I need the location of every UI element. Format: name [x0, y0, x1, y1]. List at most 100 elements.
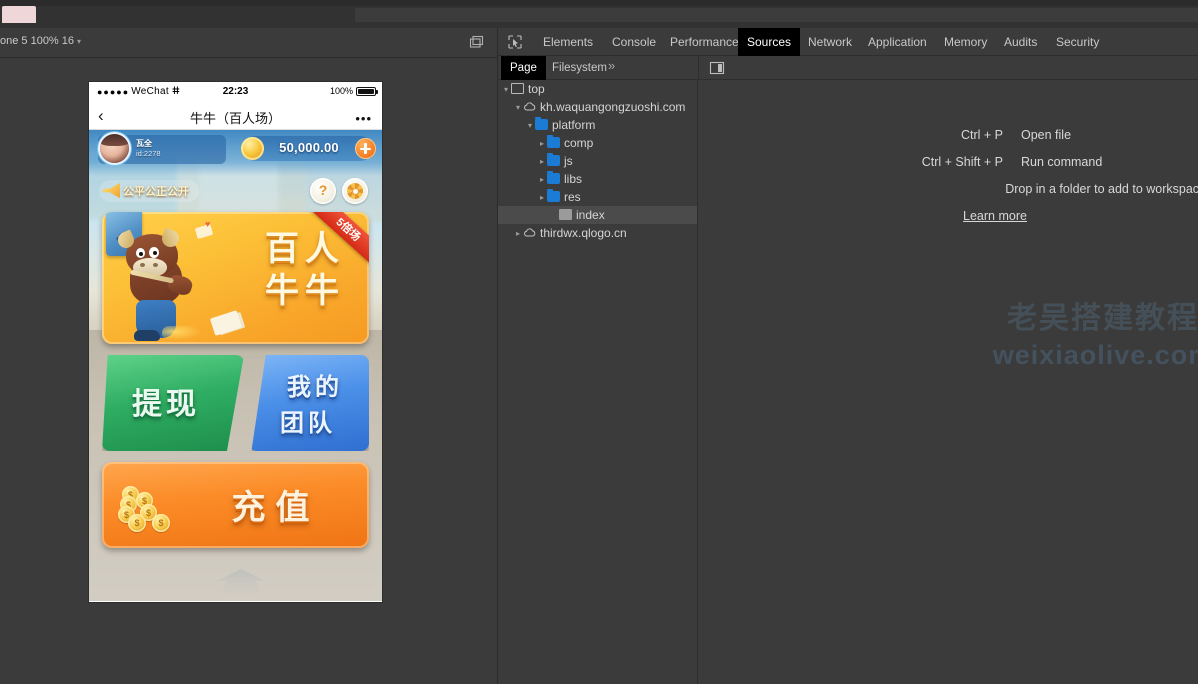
tab-security[interactable]: Security [1047, 28, 1108, 56]
device-emulation-toolbar: one 5 100% 16 ▾ [0, 28, 497, 58]
tree-item-res[interactable]: ▸ res [498, 188, 697, 206]
tree-item-js[interactable]: ▸ js [498, 152, 697, 170]
tab-strip [0, 0, 1198, 6]
recharge-button[interactable]: 充值 [102, 462, 369, 548]
tree-item-platform[interactable]: ▾ platform [498, 116, 697, 134]
sources-sub-tab-bar: Page Filesystem » [498, 56, 1198, 80]
fairness-notice-text: 公平公正公开 [123, 186, 189, 198]
file-icon [559, 209, 572, 220]
device-selector[interactable]: one 5 100% 16 ▾ [0, 35, 81, 47]
gear-icon [347, 183, 363, 199]
shortcut-run-command: Ctrl + Shift + P Run command [876, 155, 1198, 169]
panel-divider [698, 56, 699, 80]
shortcut-run-command-keys: Ctrl + Shift + P [921, 155, 1003, 169]
more-tabs-icon[interactable]: » [608, 58, 615, 73]
tab-audits[interactable]: Audits [995, 28, 1046, 56]
my-team-button[interactable]: 我的 团队 [251, 355, 369, 451]
tab-memory[interactable]: Memory [935, 28, 996, 56]
learn-more-link[interactable]: Learn more [963, 209, 1027, 223]
game-hud: 瓦全 id:2278 50,000.00 [89, 130, 382, 176]
folder-icon [547, 135, 560, 148]
coins-decoration [162, 326, 202, 340]
notice-row: 公平公正公开 ? [89, 178, 382, 206]
cloud-icon [523, 99, 536, 111]
withdraw-button[interactable]: 提现 [102, 355, 244, 451]
chevron-right-icon[interactable]: ▸ [537, 189, 547, 207]
chevron-down-icon[interactable]: ▾ [501, 81, 511, 99]
player-name: 瓦全 [136, 139, 152, 148]
coin-icon [241, 137, 264, 160]
screencast-icon[interactable] [469, 34, 485, 50]
tree-item-top[interactable]: ▾ top [498, 80, 697, 98]
more-options-kebab-icon[interactable] [678, 60, 682, 76]
browser-top-chrome [0, 0, 1198, 28]
more-options-icon[interactable]: ••• [355, 111, 372, 126]
cloud-icon [523, 225, 536, 237]
tree-item-label: platform [552, 118, 596, 132]
folder-icon [547, 171, 560, 184]
my-team-button-label-line1: 我的 [287, 374, 343, 401]
tree-item-thirdwx-qlogo-cn[interactable]: ▸ thirdwx.qlogo.cn [498, 224, 697, 242]
sub-tab-page[interactable]: Page [501, 56, 546, 80]
phone-screen: ●●●●● WeChat ⵌ 22:23 100% ‹ 牛牛（百人场） ••• [89, 82, 382, 602]
tree-item-label: kh.waquangongzuoshi.com [540, 100, 686, 114]
folder-icon [535, 117, 548, 130]
bull-mascot-illustration [112, 222, 198, 341]
tab-elements[interactable]: Elements [534, 28, 602, 56]
folder-icon [547, 189, 560, 202]
tree-item-label: thirdwx.qlogo.cn [540, 226, 627, 240]
shortcut-open-file-label: Open file [1021, 128, 1072, 142]
tab-performance[interactable]: Performance [661, 28, 748, 56]
tree-item-kh-waquangongzuoshi-com[interactable]: ▾ kh.waquangongzuoshi.com [498, 98, 697, 116]
avatar[interactable] [100, 134, 129, 163]
game-screen: 瓦全 id:2278 50,000.00 公平公正公开 ? ♥ 百人 牛牛 5倍… [89, 130, 382, 601]
chevron-right-icon[interactable]: ▸ [537, 171, 547, 189]
tab-application[interactable]: Application [859, 28, 936, 56]
tree-item-libs[interactable]: ▸ libs [498, 170, 697, 188]
tree-item-label: res [564, 190, 581, 204]
tab-sources[interactable]: Sources [738, 28, 801, 56]
megaphone-icon [103, 183, 120, 198]
sources-editor-pane: Ctrl + P Open file Ctrl + Shift + P Run … [699, 80, 1198, 684]
workspace-drop-hint: Drop in a folder to add to workspace [1005, 182, 1198, 196]
coin-balance-chip[interactable]: 50,000.00 [241, 136, 376, 161]
game-mode-banner-bairenniuniu[interactable]: ♣ ♥ [102, 212, 369, 344]
learn-more-link-wrap: Learn more [876, 209, 1198, 223]
chevron-right-icon[interactable]: ▸ [537, 153, 547, 171]
tree-item-index[interactable]: index [498, 206, 697, 224]
collapse-sidebar-icon[interactable] [709, 60, 725, 76]
tab-console[interactable]: Console [603, 28, 665, 56]
shortcut-open-file: Ctrl + P Open file [876, 128, 1198, 142]
shortcut-run-command-label: Run command [1021, 155, 1103, 169]
fairness-notice-banner[interactable]: 公平公正公开 [99, 180, 199, 202]
frame-icon [511, 83, 524, 94]
shortcuts-hint-block: Ctrl + P Open file Ctrl + Shift + P Run … [876, 128, 1198, 223]
devtools-panel: Elements Console Performance Sources Net… [497, 28, 1198, 684]
banner-title-line2: 牛牛 [265, 272, 345, 310]
settings-button[interactable] [342, 178, 368, 204]
my-team-button-label-line2: 团队 [280, 410, 336, 437]
chevron-down-icon: ▾ [77, 36, 82, 46]
chevron-right-icon[interactable]: ▸ [537, 135, 547, 153]
inspect-element-icon[interactable] [507, 34, 523, 50]
tree-item-comp[interactable]: ▸ comp [498, 134, 697, 152]
heart-suit-icon: ♥ [205, 219, 211, 229]
playing-cards-decoration [209, 310, 243, 336]
status-battery-group: 100% [329, 86, 378, 96]
sources-navigator-tree[interactable]: ▾ top ▾ kh.waquangongzuoshi.com ▾ platform… [498, 80, 698, 684]
phone-nav-bar: ‹ 牛牛（百人场） ••• [89, 102, 382, 130]
recharge-button-label: 充值 [231, 489, 320, 527]
help-button[interactable]: ? [310, 178, 336, 204]
battery-percent: 100% [329, 86, 353, 96]
chevron-down-icon[interactable]: ▾ [513, 99, 523, 117]
gold-coins-icon [118, 482, 180, 532]
tree-item-label: js [564, 154, 573, 168]
chevron-right-icon[interactable]: ▸ [513, 225, 523, 243]
chevron-down-icon[interactable]: ▾ [525, 117, 535, 135]
battery-icon [356, 86, 378, 96]
sub-tab-filesystem[interactable]: Filesystem [543, 56, 616, 80]
add-coins-button[interactable] [355, 138, 376, 159]
browser-tab-partial[interactable] [2, 6, 36, 23]
tab-network[interactable]: Network [799, 28, 861, 56]
tree-item-label: index [576, 208, 605, 222]
